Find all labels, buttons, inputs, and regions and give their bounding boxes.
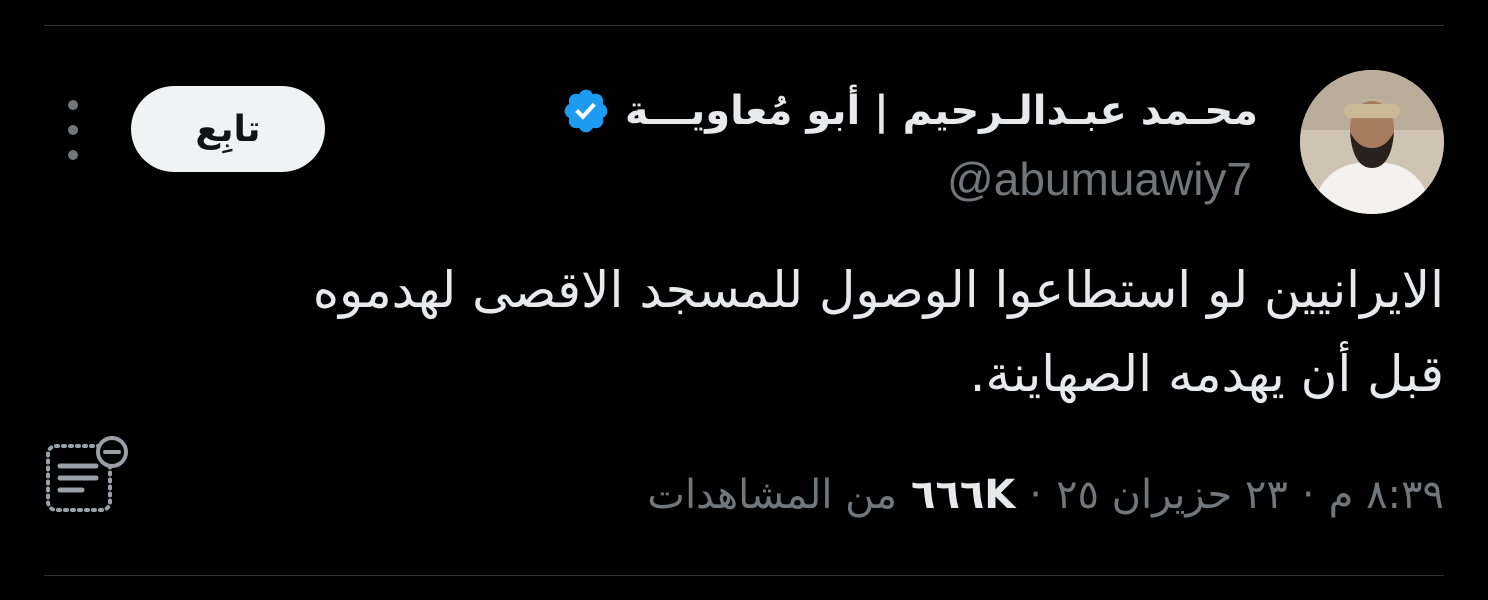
tweet-text-line-2: قبل أن يهدمه الصهاينة. [969, 345, 1444, 403]
avatar[interactable] [1300, 70, 1444, 214]
community-notes-icon[interactable] [42, 432, 132, 516]
tweet-time[interactable]: ٨:٣٩ م [1329, 472, 1444, 518]
bottom-divider [44, 575, 1444, 576]
top-divider [44, 25, 1444, 26]
tweet-meta: ٨:٣٩ م · ٢٣ حزيران ٢٥ · ٦٦٦K من المشاهدا… [647, 462, 1444, 528]
author-display-name[interactable]: محـمد عبـدالـرحيم | أبو مُعاويـــة [625, 88, 1258, 134]
follow-button[interactable]: تابِع [131, 86, 325, 172]
tweet-text-line-1: الايرانيين لو استطاعوا الوصول للمسجد الا… [312, 261, 1444, 319]
more-options-icon[interactable] [56, 100, 90, 160]
author-name-row: محـمد عبـدالـرحيم | أبو مُعاويـــة [561, 78, 1258, 144]
views-count: ٦٦٦K [911, 472, 1016, 518]
tweet-text: الايرانيين لو استطاعوا الوصول للمسجد الا… [104, 248, 1444, 416]
meta-separator: · [1029, 472, 1042, 518]
meta-separator: · [1301, 472, 1315, 518]
tweet-date[interactable]: ٢٣ حزيران ٢٥ [1056, 472, 1288, 518]
author-handle[interactable]: @abumuawiy7 [947, 152, 1252, 206]
views-label: من المشاهدات [647, 472, 898, 518]
verified-badge-icon [564, 89, 608, 133]
